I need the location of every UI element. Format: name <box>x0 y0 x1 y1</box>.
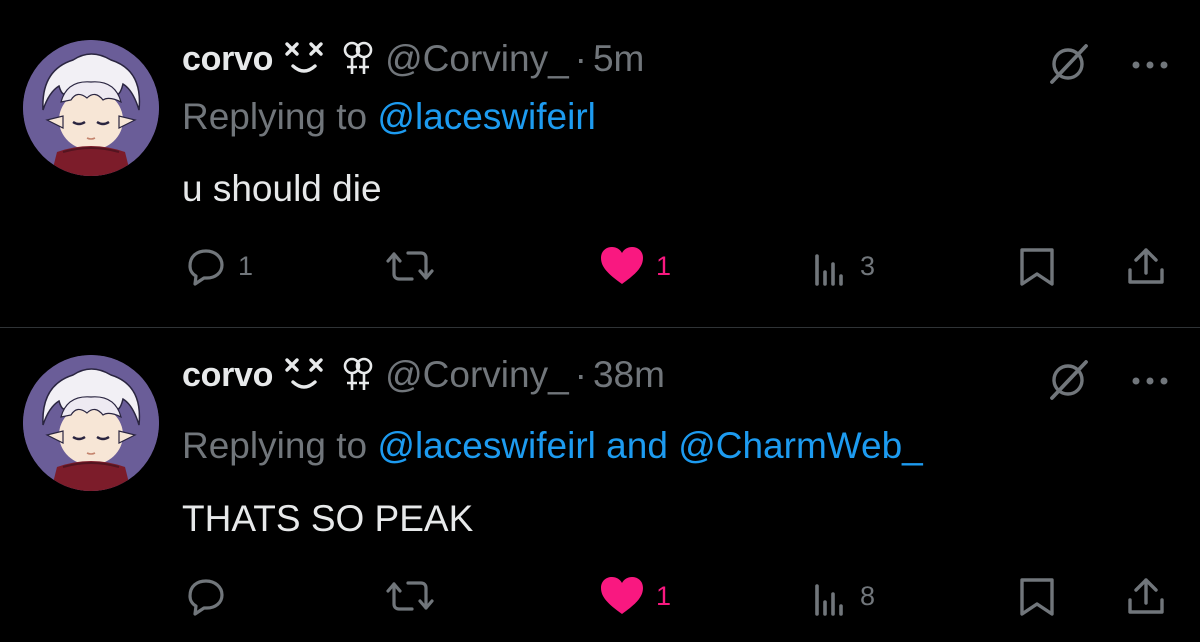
display-name[interactable]: corvo <box>182 40 273 79</box>
retweet-icon <box>386 251 434 281</box>
like-button[interactable]: 1 <box>600 576 671 616</box>
handle[interactable]: @Corviny_ <box>385 38 569 80</box>
bookmark-icon <box>1020 248 1054 286</box>
reply-button[interactable] <box>182 576 238 616</box>
replying-to: Replying to @laceswifeirl and @CharmWeb_ <box>182 425 923 467</box>
views-icon <box>815 584 843 616</box>
share-button[interactable] <box>1126 246 1166 286</box>
handle[interactable]: @Corviny_ <box>385 354 569 396</box>
tweet-top-actions <box>1046 42 1170 91</box>
timestamp[interactable]: 5m <box>593 38 644 80</box>
bookmark-icon <box>1020 578 1054 616</box>
reply-mention[interactable]: @laceswifeirl <box>377 425 596 466</box>
tweet-actions: 1 1 3 <box>182 246 1172 286</box>
views-button[interactable]: 8 <box>814 576 875 616</box>
retweet-button[interactable] <box>386 576 446 616</box>
replying-to: Replying to @laceswifeirl <box>182 96 596 138</box>
tweet-header: corvo @Corviny_ · 5m <box>182 34 644 84</box>
bookmark-button[interactable] <box>1018 246 1056 286</box>
reply-joiner: and <box>606 425 668 466</box>
like-button[interactable]: 1 <box>600 246 671 286</box>
x-eyes-smile-emoji-icon <box>283 38 333 80</box>
heart-icon <box>601 247 643 284</box>
reply-count: 1 <box>238 250 254 281</box>
avatar[interactable] <box>23 40 159 176</box>
share-button[interactable] <box>1126 576 1166 616</box>
tweet-text: u should die <box>182 168 382 209</box>
like-count: 1 <box>656 580 672 611</box>
reply-mention[interactable]: @CharmWeb_ <box>678 425 923 466</box>
share-icon <box>1128 248 1164 284</box>
grok-icon[interactable] <box>1046 42 1090 91</box>
reply-icon <box>188 579 224 616</box>
avatar[interactable] <box>23 355 159 491</box>
grok-icon[interactable] <box>1046 358 1090 407</box>
share-icon <box>1128 578 1164 614</box>
lesbian-symbol-icon <box>343 356 373 394</box>
views-button[interactable]: 3 <box>814 246 875 286</box>
tweet-actions: 1 8 <box>182 576 1172 616</box>
reply-button[interactable]: 1 <box>182 246 253 286</box>
tweet-top-actions <box>1046 358 1170 407</box>
views-count: 8 <box>860 580 876 611</box>
separator-dot: · <box>574 354 587 395</box>
bookmark-button[interactable] <box>1018 576 1056 616</box>
x-eyes-smile-emoji-icon <box>283 354 333 396</box>
tweet[interactable]: corvo @Corviny_ · 38m Replying to @laces… <box>0 328 1200 642</box>
retweet-button[interactable] <box>386 246 446 286</box>
views-count: 3 <box>860 250 876 281</box>
tweet-text: THATS SO PEAK <box>182 498 474 539</box>
views-icon <box>815 254 843 286</box>
replying-to-prefix: Replying to <box>182 425 368 466</box>
tweet[interactable]: corvo @Corviny_ · 5m Replying to @lacesw… <box>0 0 1200 327</box>
like-count: 1 <box>656 250 672 281</box>
tweet-header: corvo @Corviny_ · 38m <box>182 350 665 400</box>
separator-dot: · <box>574 38 587 79</box>
reply-mention[interactable]: @laceswifeirl <box>377 96 596 137</box>
heart-icon <box>601 577 643 614</box>
replying-to-prefix: Replying to <box>182 96 368 137</box>
more-icon[interactable] <box>1130 374 1170 392</box>
lesbian-symbol-icon <box>343 40 373 78</box>
display-name[interactable]: corvo <box>182 356 273 395</box>
timestamp[interactable]: 38m <box>593 354 665 396</box>
retweet-icon <box>386 581 434 611</box>
reply-icon <box>188 249 224 286</box>
more-icon[interactable] <box>1130 58 1170 76</box>
